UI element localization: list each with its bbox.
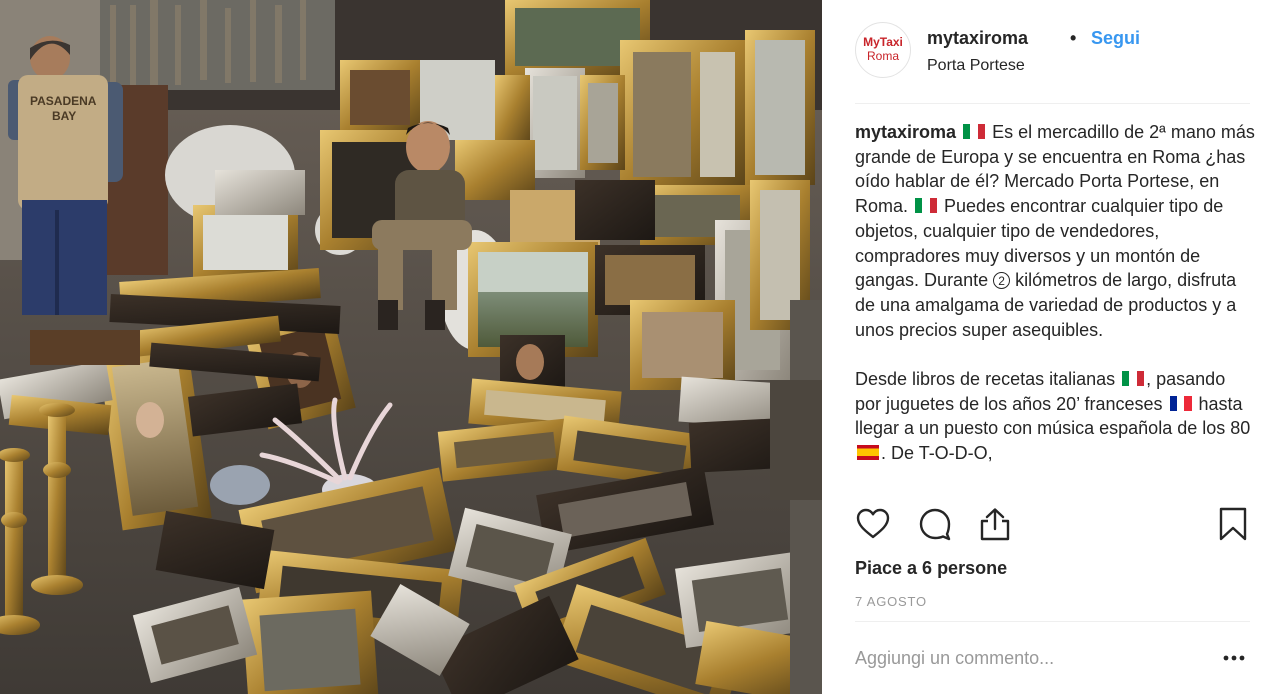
separator-dot: • — [1070, 28, 1077, 48]
caption-paragraph-2: Desde libros de recetas italianas , pasa… — [855, 367, 1255, 466]
caption-text: . De T-O-D-O, — [881, 443, 993, 464]
italy-flag-icon — [1122, 368, 1145, 387]
avatar-logo-line2: Roma — [866, 49, 899, 63]
likes-count[interactable]: Piace a 6 persone — [855, 558, 1007, 579]
post-caption: mytaxiroma Es el mercadillo de 2ª mano m… — [855, 120, 1255, 492]
svg-text:PASADENA: PASADENA — [30, 94, 97, 108]
comment-input[interactable] — [855, 640, 1215, 676]
heart-icon[interactable] — [855, 506, 891, 542]
location-link[interactable]: Porta Portese — [927, 57, 1025, 75]
italy-flag-icon — [963, 121, 986, 139]
comment-bubble-icon[interactable] — [917, 506, 953, 542]
post-side-panel: MyTaxi Roma mytaxiroma • Segui Porta Por… — [822, 0, 1280, 694]
avatar-logo-line1: MyTaxi — [863, 35, 903, 49]
circled-number: 2 — [993, 272, 1011, 290]
follow-button[interactable]: Segui — [1091, 28, 1140, 49]
svg-text:BAY: BAY — [52, 109, 76, 123]
spain-flag-icon — [857, 445, 879, 461]
username-link[interactable]: mytaxiroma — [927, 28, 1028, 49]
bookmark-icon[interactable] — [1215, 506, 1251, 542]
action-bar — [855, 506, 1250, 546]
caption-author-link[interactable]: mytaxiroma — [855, 122, 956, 142]
caption-paragraph-1: mytaxiroma Es el mercadillo de 2ª mano m… — [855, 120, 1255, 342]
divider — [855, 621, 1250, 622]
divider — [855, 103, 1250, 104]
post-photo[interactable]: PASADENA BAY — [0, 0, 822, 694]
france-flag-icon — [1169, 393, 1192, 411]
post-date[interactable]: 7 AGOSTO — [855, 594, 927, 609]
avatar[interactable]: MyTaxi Roma — [855, 22, 911, 78]
ellipsis-icon[interactable] — [1222, 648, 1246, 668]
share-upload-icon[interactable] — [977, 506, 1013, 542]
post-header: MyTaxi Roma mytaxiroma • Segui Porta Por… — [855, 22, 1250, 82]
italy-flag-icon — [915, 195, 938, 214]
caption-text: Desde libros de recetas italianas — [855, 369, 1121, 390]
